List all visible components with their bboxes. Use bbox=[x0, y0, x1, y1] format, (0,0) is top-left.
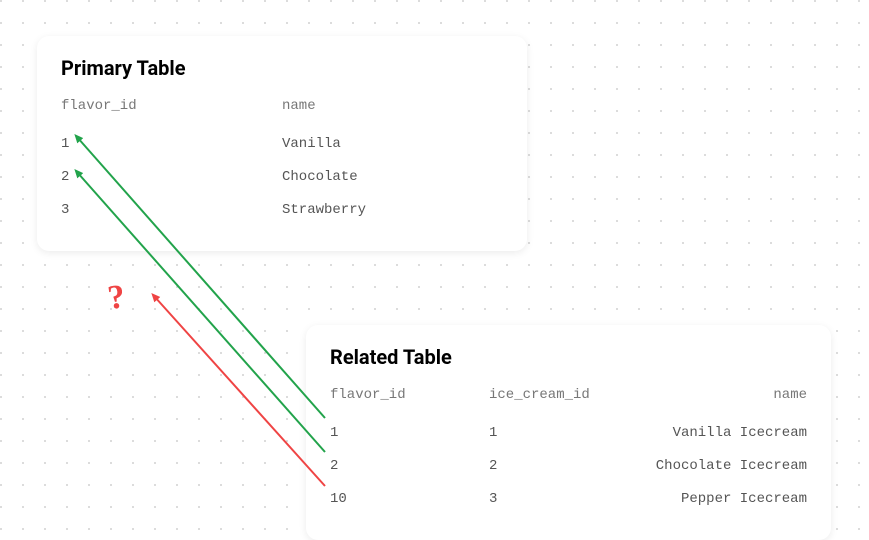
table-cell: Vanilla bbox=[282, 128, 503, 161]
table-cell: 3 bbox=[489, 483, 648, 516]
table-cell: Vanilla Icecream bbox=[648, 417, 807, 450]
table-cell: 1 bbox=[61, 128, 282, 161]
table-cell: Strawberry bbox=[282, 194, 503, 227]
table-cell: 2 bbox=[330, 450, 489, 483]
primary-table-card: Primary Table flavor_id 1 2 3 name Vanil… bbox=[37, 36, 527, 251]
table-cell: 1 bbox=[330, 417, 489, 450]
table-cell: Chocolate bbox=[282, 161, 503, 194]
column-header: flavor_id bbox=[61, 98, 282, 114]
table-cell: Pepper Icecream bbox=[648, 483, 807, 516]
related-table: flavor_id 1 2 10 ice_cream_id 1 2 3 name… bbox=[330, 387, 807, 516]
table-cell: 2 bbox=[489, 450, 648, 483]
question-mark-icon: ? bbox=[105, 278, 127, 318]
table-cell: 10 bbox=[330, 483, 489, 516]
column-header: name bbox=[648, 387, 807, 403]
column-header: name bbox=[282, 98, 503, 114]
table-cell: 2 bbox=[61, 161, 282, 194]
table-cell: Chocolate Icecream bbox=[648, 450, 807, 483]
table-cell: 1 bbox=[489, 417, 648, 450]
primary-table: flavor_id 1 2 3 name Vanilla Chocolate S… bbox=[61, 98, 503, 227]
column-header: flavor_id bbox=[330, 387, 489, 403]
column-header: ice_cream_id bbox=[489, 387, 648, 403]
table-cell: 3 bbox=[61, 194, 282, 227]
fk-arrow-invalid-icon bbox=[154, 296, 325, 486]
primary-table-title: Primary Table bbox=[61, 56, 503, 80]
related-table-card: Related Table flavor_id 1 2 10 ice_cream… bbox=[306, 325, 831, 540]
related-table-title: Related Table bbox=[330, 345, 807, 369]
